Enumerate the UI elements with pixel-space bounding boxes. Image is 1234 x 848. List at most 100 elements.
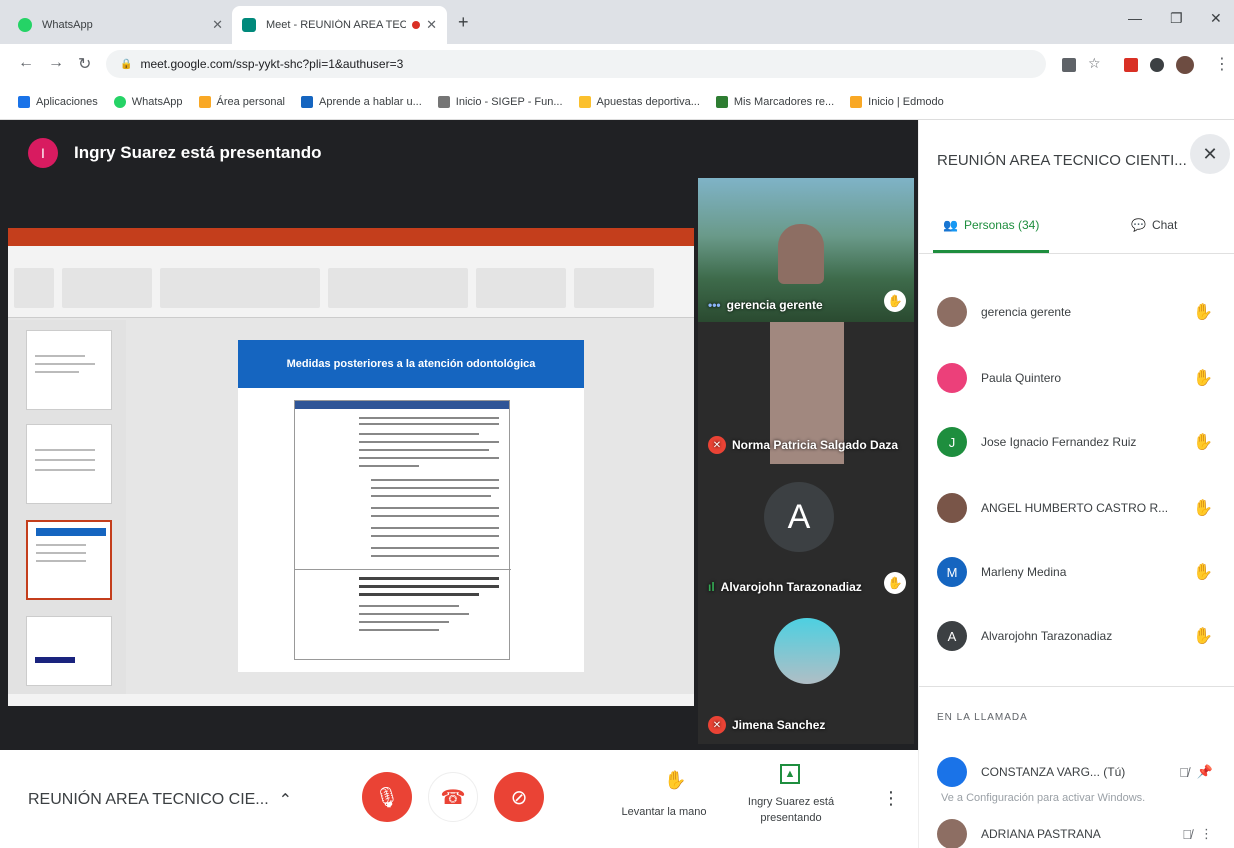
- participant-list-item[interactable]: gerencia gerente ✋: [937, 292, 1213, 332]
- raised-hand-icon: ✋: [1193, 434, 1213, 451]
- raised-hand-icon: ✋: [1193, 304, 1213, 321]
- presenter-banner-text: Ingry Suarez está presentando: [74, 143, 322, 162]
- meeting-details-button[interactable]: REUNIÓN AREA TECNICO CIE... ⌃: [28, 790, 292, 810]
- camera-toggle-button[interactable]: ⊘: [494, 772, 544, 822]
- ribbon-group: [476, 268, 566, 308]
- bookmark-label: Aplicaciones: [36, 95, 98, 108]
- mic-off-icon: 🎙: [374, 786, 400, 809]
- url-field[interactable]: 🔒 meet.google.com/ssp-yykt-shc?pli=1&aut…: [106, 50, 1046, 78]
- participant-list-item[interactable]: M Marleny Medina ✋: [937, 552, 1213, 592]
- raised-hand-icon: ✋: [1193, 628, 1213, 645]
- more-options-icon[interactable]: ⋮: [882, 788, 900, 809]
- bookmark-apuestas[interactable]: Apuestas deportiva...: [578, 95, 700, 108]
- menu-icon[interactable]: ⋮: [1214, 54, 1230, 74]
- participant-name: Alvarojohn Tarazonadiaz: [981, 629, 1113, 643]
- raise-hand-label[interactable]: Levantar la mano: [606, 804, 722, 820]
- pdf-extension-icon[interactable]: [1124, 58, 1138, 72]
- leave-call-button[interactable]: ☎: [428, 772, 478, 822]
- hang-up-icon: ☎: [440, 786, 466, 809]
- participant-list-item[interactable]: ADRIANA PASTRANA 🎙̸ ⋮: [937, 814, 1213, 848]
- tab-whatsapp[interactable]: WhatsApp ✕: [8, 6, 233, 44]
- bookmarks-bar: Aplicaciones WhatsApp Área personal Apre…: [0, 84, 1234, 120]
- divider: [919, 253, 1234, 254]
- participant-name: ANGEL HUMBERTO CASTRO R...: [981, 501, 1169, 515]
- browser-tab-bar: WhatsApp ✕ Meet - REUNIÓN AREA TEC ✕ + —…: [0, 0, 1234, 44]
- bookmark-icon: [301, 95, 314, 108]
- participant-list-item[interactable]: CONSTANZA VARG... (Tú) 🎙̸ 📌: [937, 752, 1213, 792]
- tab-title: Meet - REUNIÓN AREA TEC: [266, 19, 407, 31]
- participant-name: Jose Ignacio Fernandez Ruiz: [981, 435, 1137, 449]
- pin-icon[interactable]: 📌: [1197, 764, 1213, 780]
- divider: [919, 686, 1234, 687]
- more-options-icon[interactable]: ⋮: [1200, 826, 1213, 842]
- powerpoint-menu: [8, 246, 694, 262]
- presenter-banner: I Ingry Suarez está presentando: [28, 138, 322, 168]
- bookmark-whatsapp[interactable]: WhatsApp: [113, 95, 183, 108]
- participant-tile[interactable]: ✕ Norma Patricia Salgado Daza: [698, 322, 914, 464]
- participant-avatar: J: [937, 427, 967, 457]
- windows-activation-watermark: Ve a Configuración para activar Windows.: [941, 792, 1146, 804]
- participant-name: ✕ Jimena Sanchez: [708, 716, 825, 734]
- tab-chat-label: Chat: [1151, 218, 1178, 232]
- bookmark-label: Aprende a hablar u...: [319, 95, 422, 108]
- participant-list-item[interactable]: A Alvarojohn Tarazonadiaz ✋: [937, 616, 1213, 656]
- tab-chat[interactable]: 💬 Chat: [1131, 218, 1177, 232]
- bookmark-marcadores[interactable]: Mis Marcadores re...: [715, 95, 834, 108]
- back-button[interactable]: ←: [18, 54, 34, 72]
- whatsapp-icon: [18, 18, 32, 32]
- participant-avatar: [937, 363, 967, 393]
- participant-avatar: [774, 618, 840, 684]
- close-window-button[interactable]: ✕: [1210, 10, 1222, 27]
- maximize-button[interactable]: ❐: [1170, 10, 1183, 27]
- participant-tile[interactable]: ✕ Jimena Sanchez: [698, 604, 914, 744]
- presenting-label[interactable]: Ingry Suarez está presentando: [738, 794, 844, 826]
- close-tab-icon[interactable]: ✕: [426, 17, 437, 33]
- present-icon[interactable]: ▲: [780, 764, 800, 784]
- in-call-section-label: EN LA LLAMADA: [937, 712, 1028, 723]
- ribbon-group: [574, 268, 654, 308]
- star-icon[interactable]: ☆: [1088, 55, 1102, 71]
- new-tab-button[interactable]: +: [458, 12, 469, 33]
- close-tab-icon[interactable]: ✕: [212, 17, 223, 33]
- minimize-button[interactable]: —: [1128, 10, 1142, 26]
- profile-avatar[interactable]: [1176, 56, 1194, 74]
- raised-hand-icon: ✋: [1193, 564, 1213, 581]
- participant-video: [778, 224, 824, 284]
- bookmark-sigep[interactable]: Inicio - SIGEP - Fun...: [437, 95, 563, 108]
- bookmark-apps[interactable]: Aplicaciones: [18, 95, 98, 108]
- close-panel-button[interactable]: ✕: [1190, 134, 1230, 174]
- bookmark-edmodo[interactable]: Inicio | Edmodo: [850, 95, 944, 108]
- ribbon-group: [14, 268, 54, 308]
- participant-avatar: A: [937, 621, 967, 651]
- tab-people[interactable]: 👥 Personas (34): [943, 218, 1039, 232]
- tab-title: WhatsApp: [42, 19, 93, 31]
- screen-root: WhatsApp ✕ Meet - REUNIÓN AREA TEC ✕ + —…: [0, 0, 1234, 848]
- ribbon-group: [62, 268, 152, 308]
- forward-button[interactable]: →: [48, 54, 64, 72]
- camera-icon[interactable]: [1062, 58, 1076, 72]
- panel-title: REUNIÓN AREA TECNICO CIENTI...: [937, 152, 1187, 169]
- participant-tile[interactable]: A ıl Alvarojohn Tarazonadiaz ✋: [698, 464, 914, 604]
- participant-avatar: [937, 297, 967, 327]
- participant-list-item[interactable]: Paula Quintero ✋: [937, 358, 1213, 398]
- participant-list-item[interactable]: J Jose Ignacio Fernandez Ruiz ✋: [937, 422, 1213, 462]
- bookmark-area-personal[interactable]: Área personal: [198, 95, 285, 108]
- reload-button[interactable]: ↻: [78, 54, 91, 74]
- shared-screen[interactable]: Medidas posteriores a la atención odonto…: [8, 228, 694, 706]
- bookmark-aprende[interactable]: Aprende a hablar u...: [301, 95, 422, 108]
- bookmark-label: WhatsApp: [131, 95, 183, 108]
- apps-icon: [18, 95, 30, 108]
- url-text: meet.google.com/ssp-yykt-shc?pli=1&authu…: [140, 57, 404, 71]
- tab-meet[interactable]: Meet - REUNIÓN AREA TEC ✕: [232, 6, 447, 44]
- lock-icon: 🔒: [120, 58, 133, 70]
- mic-off-icon: ✕: [708, 436, 726, 454]
- meet-stage: I Ingry Suarez está presentando Medidas …: [0, 120, 918, 750]
- raised-hand-icon: ✋: [884, 572, 906, 594]
- raise-hand-icon[interactable]: ✋: [664, 770, 686, 791]
- extensions-icon[interactable]: [1150, 58, 1164, 72]
- mic-off-icon: 🎙̸: [1179, 764, 1189, 780]
- participant-list-item[interactable]: ANGEL HUMBERTO CASTRO R... ✋: [937, 488, 1213, 528]
- edmodo-icon: [850, 95, 863, 108]
- mic-toggle-button[interactable]: 🎙: [362, 772, 412, 822]
- participant-tile[interactable]: ••• gerencia gerente ✋: [698, 178, 914, 322]
